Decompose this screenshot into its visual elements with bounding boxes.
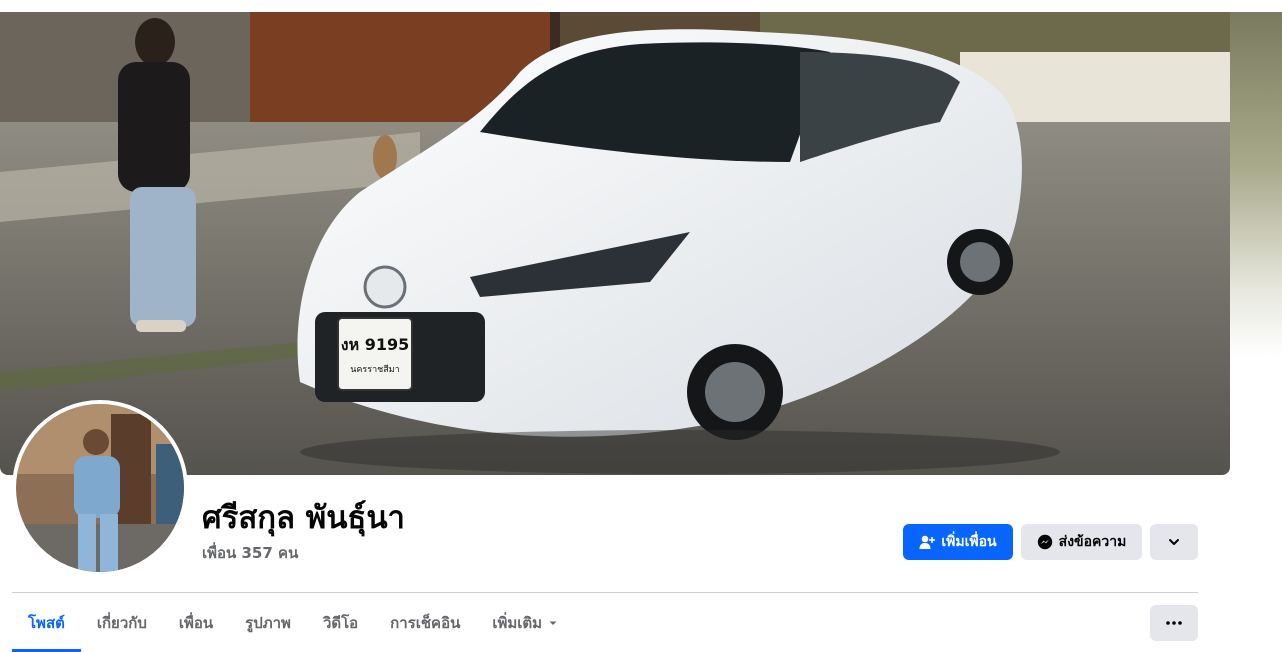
add-friend-icon — [919, 534, 936, 550]
ellipsis-icon — [1166, 621, 1182, 625]
chevron-down-icon — [1168, 536, 1180, 548]
header-divider — [12, 592, 1198, 593]
tab-videos[interactable]: วิดีโอ — [307, 596, 374, 652]
plate-line2: นครราชสีมา — [350, 364, 399, 375]
tab-friends[interactable]: เพื่อน — [163, 596, 229, 652]
friends-count[interactable]: เพื่อน 357 คน — [202, 541, 298, 565]
cover-edge-fade — [1230, 12, 1282, 357]
messenger-icon — [1037, 534, 1053, 550]
tab-more[interactable]: เพิ่มเติม — [476, 596, 574, 652]
caret-down-icon — [548, 618, 558, 628]
message-button[interactable]: ส่งข้อความ — [1021, 524, 1142, 560]
add-friend-button[interactable]: เพิ่มเพื่อน — [903, 524, 1013, 560]
tab-photos[interactable]: รูปภาพ — [229, 596, 307, 652]
tabs-overflow-button[interactable] — [1150, 605, 1198, 641]
profile-avatar[interactable] — [12, 400, 188, 576]
message-label: ส่งข้อความ — [1058, 534, 1127, 550]
profile-options-button[interactable] — [1150, 524, 1198, 560]
profile-name: ศรีสกุล พันธุ์นา — [202, 500, 405, 536]
plate-line1: งห 9195 — [341, 335, 409, 354]
tab-posts[interactable]: โพสต์ — [12, 596, 81, 652]
profile-tabs: โพสต์ เกี่ยวกับ เพื่อน รูปภาพ วิดีโอ การ… — [12, 596, 574, 652]
tab-about[interactable]: เกี่ยวกับ — [81, 596, 163, 652]
cover-photo[interactable]: งห 9195 นครราชสีมา — [0, 12, 1230, 475]
add-friend-label: เพิ่มเพื่อน — [941, 534, 997, 550]
tab-checkins[interactable]: การเช็คอิน — [374, 596, 476, 652]
